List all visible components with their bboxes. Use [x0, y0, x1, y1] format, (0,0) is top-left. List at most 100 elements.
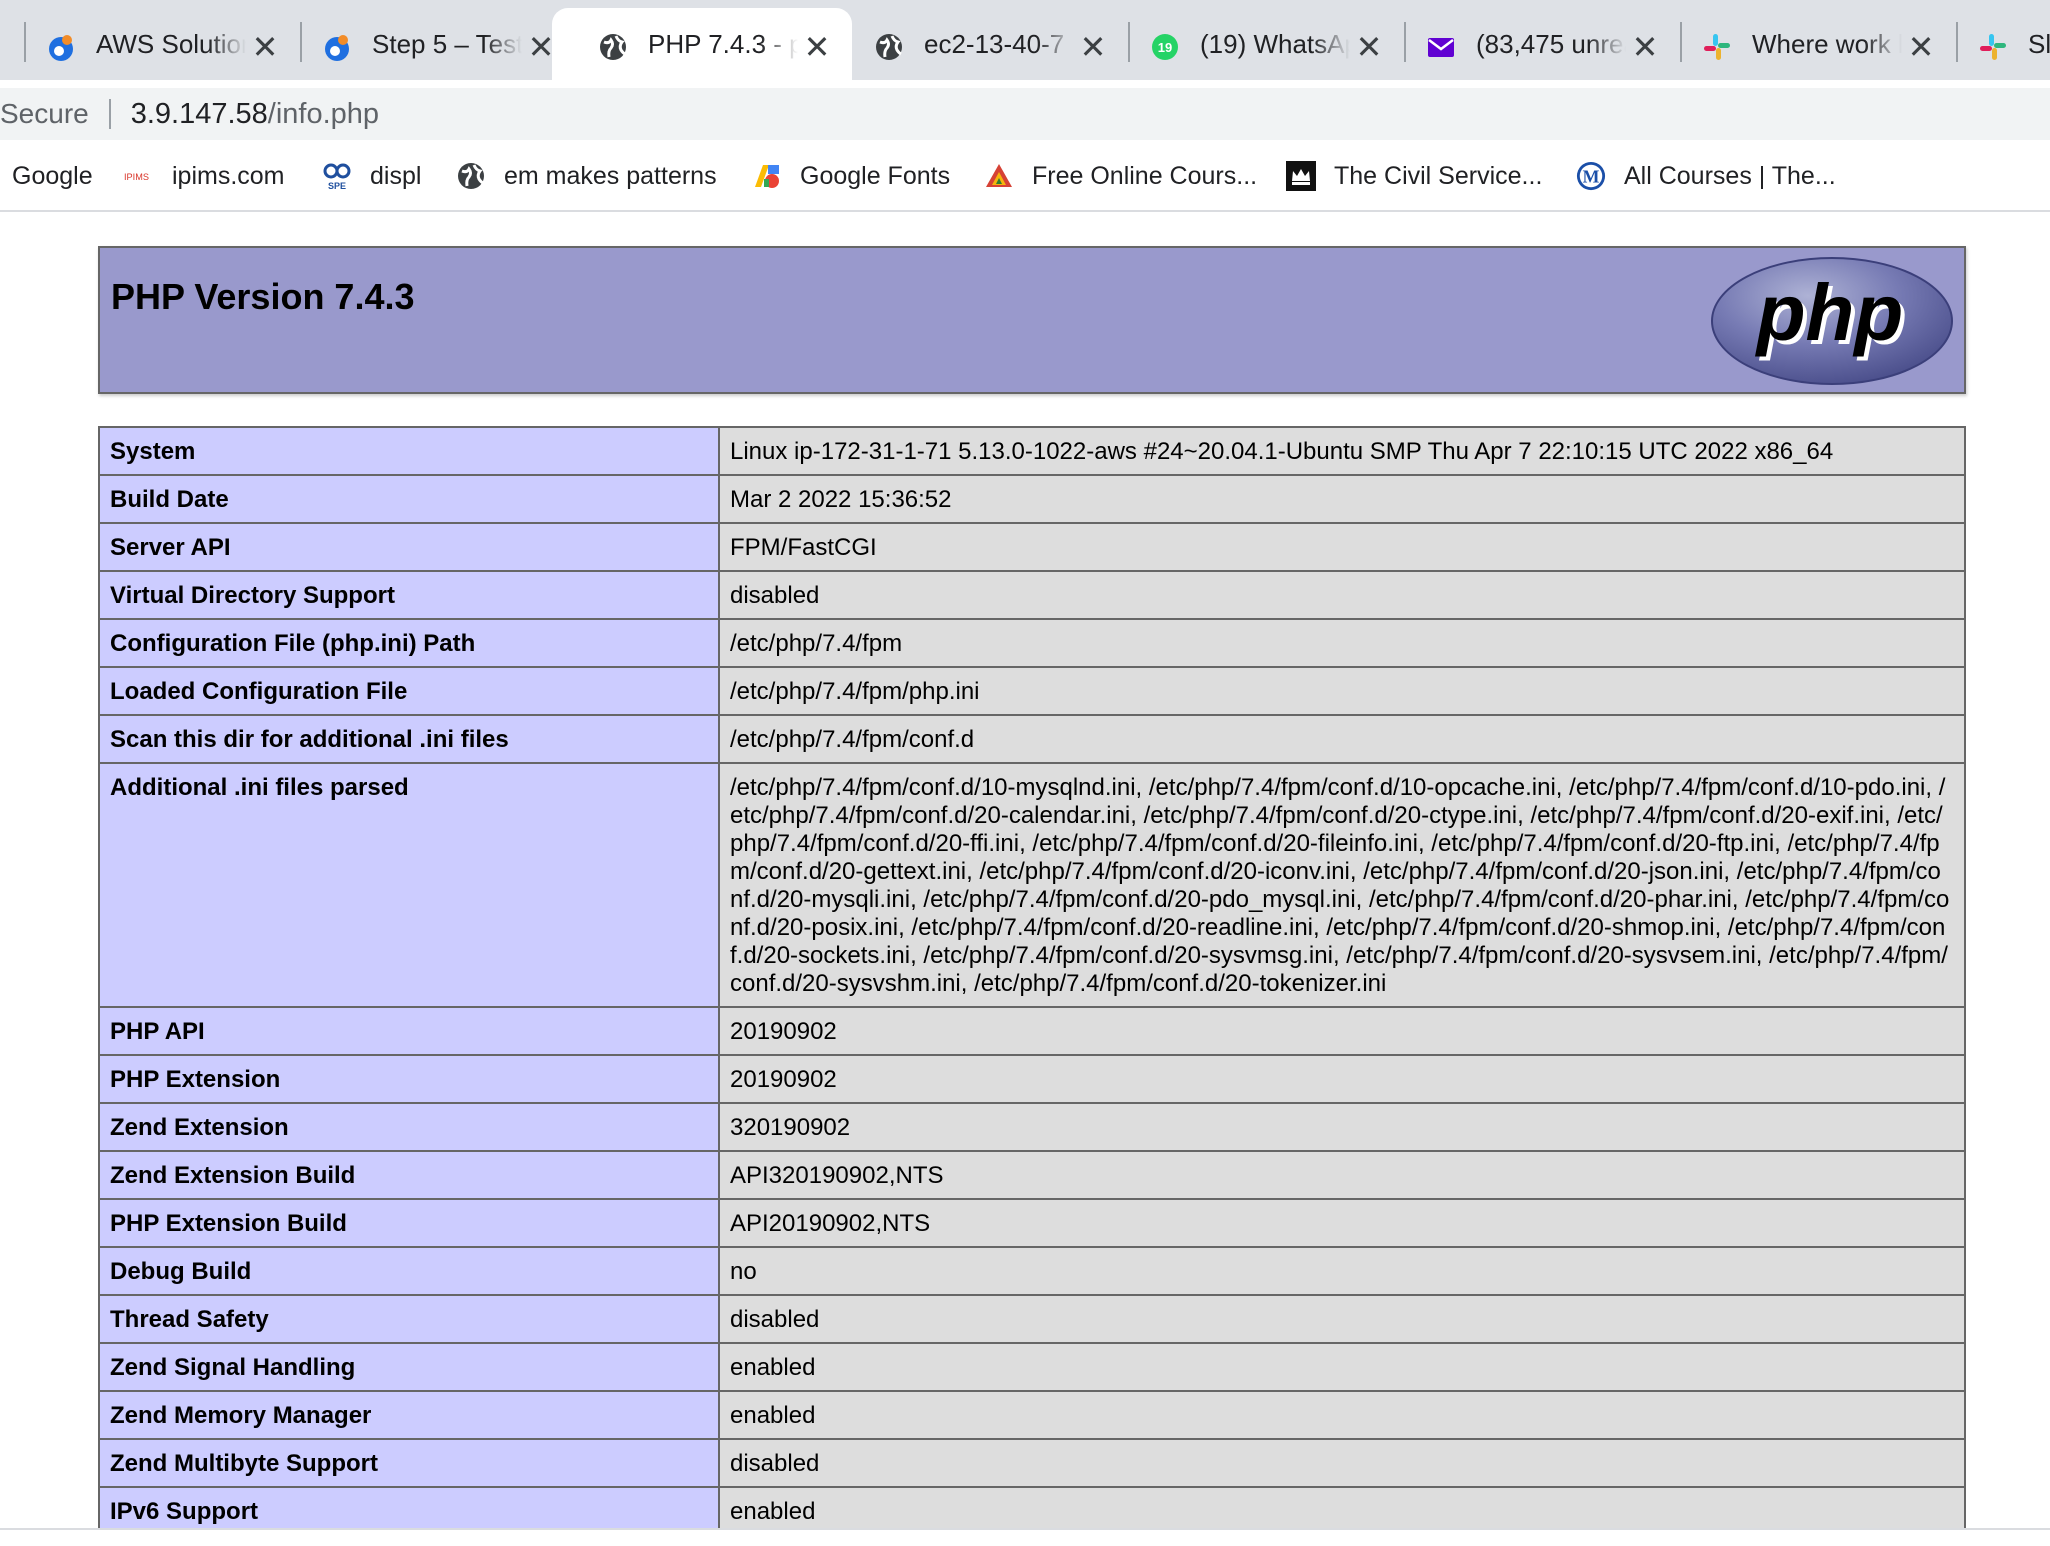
google-fonts-icon — [752, 161, 782, 191]
table-row: Zend Extension 320190902 — [98, 1102, 1966, 1152]
slack-icon — [1978, 32, 2008, 62]
globe-icon — [456, 161, 486, 191]
table-row: Virtual Directory Support disabled — [98, 570, 1966, 620]
tab-phpinfo[interactable]: PHP 7.4.3 - phpinfo() ✕ — [552, 8, 852, 80]
browser-toolbar: Secure 3.9.147.58/info.php — [0, 80, 2050, 140]
row-key: Zend Multibyte Support — [98, 1438, 720, 1488]
spe-icon: SPE — [322, 161, 352, 191]
row-key: System — [98, 426, 720, 476]
bookmark-free-online-courses[interactable]: Free Online Cours... — [984, 154, 1257, 198]
row-value: no — [718, 1246, 1966, 1296]
row-value: /etc/php/7.4/fpm/conf.d — [718, 714, 1966, 764]
bookmark-civil-service[interactable]: The Civil Service... — [1286, 154, 1542, 198]
table-row: Zend Multibyte Support disabled — [98, 1438, 1966, 1488]
tab-strip: AWS Solution ✕ Step 5 – Test ✕ PHP 7.4.3… — [0, 0, 2050, 80]
row-key: IPv6 Support — [98, 1486, 720, 1532]
bookmark-google[interactable]: Google — [12, 154, 93, 198]
table-row: Additional .ini files parsed/etc/php/7.4… — [98, 762, 1966, 1008]
bookmark-all-courses[interactable]: M All Courses | The... — [1576, 154, 1836, 198]
bookmark-displ[interactable]: SPE displ — [322, 154, 421, 198]
page-title: PHP Version 7.4.3 — [111, 276, 415, 317]
security-indicator[interactable]: Secure — [0, 98, 89, 130]
page-content: PHP Version 7.4.3 php php System Linux ip… — [0, 212, 2050, 1532]
row-value: /etc/php/7.4/fpm — [718, 618, 1966, 668]
bookmark-label: All Courses | The... — [1624, 161, 1836, 190]
row-key: Zend Extension — [98, 1102, 720, 1152]
table-row: Scan this dir for additional .ini files /… — [98, 714, 1966, 764]
bookmark-label: em makes patterns — [504, 161, 717, 190]
bottom-edge — [0, 1528, 2050, 1546]
row-key: Configuration File (php.ini) Path — [98, 618, 720, 668]
tab-title: Step 5 – Test — [372, 29, 522, 59]
row-value: enabled — [718, 1342, 1966, 1392]
url-host[interactable]: 3.9.147.58 — [131, 98, 268, 131]
row-key: Loaded Configuration File — [98, 666, 720, 716]
bookmark-label: Google — [12, 161, 93, 190]
row-key: Debug Build — [98, 1246, 720, 1296]
row-key: Thread Safety — [98, 1294, 720, 1344]
table-row: PHP Extension 20190902 — [98, 1054, 1966, 1104]
row-key: PHP API — [98, 1006, 720, 1056]
table-row: PHP API 20190902 — [98, 1006, 1966, 1056]
row-value: FPM/FastCGI — [718, 522, 1966, 572]
tab-title: PHP 7.4.3 - phpinfo() — [648, 29, 798, 59]
row-value: /etc/php/7.4/fpm/php.ini — [718, 666, 1966, 716]
crown-icon — [1286, 161, 1316, 191]
bookmark-em-makes-patterns[interactable]: em makes patterns — [456, 154, 717, 198]
row-key: Additional .ini files parsed — [98, 762, 720, 1008]
tab-whatsapp[interactable]: 19 (19) WhatsApp ✕ — [1104, 8, 1404, 80]
globe-icon — [598, 32, 628, 62]
row-value: /etc/php/7.4/fpm/conf.d/10-mysqlnd.ini, … — [718, 762, 1966, 1008]
row-key: Zend Signal Handling — [98, 1342, 720, 1392]
table-row: Zend Extension Build API320190902,NTS — [98, 1150, 1966, 1200]
bookmark-label: Free Online Cours... — [1032, 161, 1258, 190]
tab-title: Slack — [2028, 29, 2050, 59]
row-value: Linux ip-172-31-1-71 5.13.0-1022-aws #24… — [718, 426, 1966, 476]
row-key: Zend Extension Build — [98, 1150, 720, 1200]
row-key: Build Date — [98, 474, 720, 524]
bookmark-label: displ — [370, 161, 422, 190]
tab-aws-solution[interactable]: AWS Solution ✕ — [0, 8, 300, 80]
row-key: Zend Memory Manager — [98, 1390, 720, 1440]
svg-text:SPE: SPE — [328, 181, 346, 191]
svg-text:IPIMS: IPIMS — [124, 172, 149, 182]
tab-ec2[interactable]: ec2-13-40-7 ✕ — [828, 8, 1128, 80]
tab-title: (83,475 unread) — [1476, 29, 1626, 59]
address-bar[interactable]: Secure 3.9.147.58/info.php — [0, 88, 2050, 140]
row-value: Mar 2 2022 15:36:52 — [718, 474, 1966, 524]
bookmark-ipims[interactable]: IPIMS ipims.com — [124, 154, 285, 198]
divider — [108, 99, 111, 129]
bookmark-label: The Civil Service... — [1334, 161, 1543, 190]
svg-text:M: M — [1583, 167, 1600, 187]
tab-slack-where-work[interactable]: Where work happens ✕ — [1656, 8, 1956, 80]
mail-icon — [1426, 32, 1456, 62]
table-row: Zend Signal Handling enabled — [98, 1342, 1966, 1392]
table-row: Thread Safety disabled — [98, 1294, 1966, 1344]
table-row: Debug Build no — [98, 1246, 1966, 1296]
php-logo[interactable]: php php — [1710, 256, 1954, 391]
row-key: PHP Extension Build — [98, 1198, 720, 1248]
bookmark-label: Google Fonts — [800, 161, 951, 190]
row-value: 20190902 — [718, 1006, 1966, 1056]
svg-text:19: 19 — [1158, 40, 1172, 55]
row-value: 20190902 — [718, 1054, 1966, 1104]
slack-icon — [1702, 32, 1732, 62]
table-row: Loaded Configuration File/etc/php/7.4/fp… — [98, 666, 1966, 716]
table-row: PHP Extension Build API20190902,NTS — [98, 1198, 1966, 1248]
ipims-icon: IPIMS — [124, 161, 154, 191]
tab-mail[interactable]: (83,475 unread) ✕ — [1380, 8, 1680, 80]
row-value: disabled — [718, 1294, 1966, 1344]
triangle-logo-icon — [984, 161, 1014, 191]
bookmarks-bar: Google IPIMS ipims.com SPE displ em make… — [0, 140, 2050, 212]
url-path[interactable]: /info.php — [268, 98, 379, 131]
row-key: Scan this dir for additional .ini files — [98, 714, 720, 764]
tab-title: ec2-13-40-7 — [924, 29, 1065, 59]
m-logo-icon: M — [1576, 161, 1606, 191]
bookmark-google-fonts[interactable]: Google Fonts — [752, 154, 950, 198]
table-row: Build Date Mar 2 2022 15:36:52 — [98, 474, 1966, 524]
bookmark-label: ipims.com — [172, 161, 285, 190]
tab-title: (19) WhatsApp — [1200, 29, 1350, 59]
tab-step5-test[interactable]: Step 5 – Test ✕ — [276, 8, 576, 80]
tab-slack[interactable]: Slack — [1932, 8, 2050, 80]
tab-title: Where work happens — [1752, 29, 1902, 59]
